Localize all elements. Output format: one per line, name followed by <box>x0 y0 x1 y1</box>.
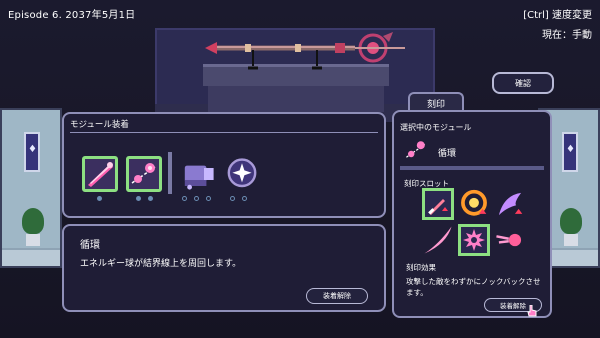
module-level-dot <box>136 196 141 201</box>
engrave-slot-slash[interactable] <box>422 224 454 256</box>
laser-beam-icon <box>85 159 115 189</box>
mode-indicator: 現在：手動 <box>542 30 592 41</box>
module-slot-orbit[interactable] <box>126 156 162 192</box>
module-slot-cannon[interactable] <box>180 156 216 192</box>
module-level-dot <box>182 196 187 201</box>
selection-divider <box>400 166 544 170</box>
unequip-module-button[interactable]: 装着解除 <box>306 288 368 304</box>
module-slot-sparkle[interactable] <box>224 156 260 192</box>
module-level-dot <box>242 196 247 201</box>
selected-module-label: 選択中のモジュール <box>400 123 472 132</box>
module-level-dot <box>230 196 235 201</box>
title-divider <box>70 132 378 133</box>
module-slot-laser[interactable] <box>82 156 118 192</box>
speed-change-hint[interactable]: [Ctrl] 速度変更 <box>523 6 592 21</box>
sword-up-icon <box>428 199 448 215</box>
engrave-slot-wing[interactable] <box>494 188 526 220</box>
episode-date-label: Episode 6. 2037年5月1日 <box>8 10 136 21</box>
engrave-slot-comet[interactable] <box>494 224 526 256</box>
comet-icon <box>496 233 522 247</box>
module-equip-panel: モジュール装着 <box>62 112 386 218</box>
cannon-icon <box>184 165 214 190</box>
module-level-dot <box>206 196 211 201</box>
module-level-dot <box>97 196 102 201</box>
module-name: 循環 <box>80 240 100 251</box>
module-description-panel: 循環 エネルギー球が結界線上を周回します。 装着解除 <box>62 224 386 312</box>
module-level-dot <box>148 196 153 201</box>
module-equip-title: モジュール装着 <box>70 120 129 130</box>
magic-staff-icon <box>205 32 405 63</box>
pedestal-top <box>203 64 389 86</box>
plant-icon <box>22 208 44 246</box>
engrave-slot-fire-ring[interactable] <box>458 188 490 220</box>
pedestal-body <box>208 86 384 112</box>
fire-ring-icon <box>461 189 487 216</box>
slot-divider <box>168 152 172 194</box>
stand-icon <box>312 50 322 70</box>
engrave-slot-sword[interactable] <box>422 188 454 220</box>
engrave-panel: 選択中のモジュール 循環 刻印スロット 刻印効果 攻撃した敵をわずかにノックバッ… <box>392 110 552 318</box>
stand-icon <box>248 50 258 70</box>
plant-icon <box>560 208 582 246</box>
left-room-background <box>0 108 62 268</box>
module-level-dot <box>194 196 199 201</box>
selected-module-name: 循環 <box>438 149 457 159</box>
tab-engrave[interactable]: 刻印 <box>408 92 464 112</box>
pink-slash-icon <box>424 226 452 254</box>
banner-icon <box>24 132 40 172</box>
confirm-button[interactable]: 確認 <box>492 72 554 94</box>
sparkle-orb-icon <box>227 158 257 188</box>
game-scene: Episode 6. 2037年5月1日 [Ctrl] 速度変更 現在：手動 確… <box>0 0 600 338</box>
gear-burst-icon <box>463 229 485 251</box>
wing-up-icon <box>498 192 523 216</box>
engrave-effect-label: 刻印効果 <box>406 263 436 272</box>
orbit-energy-ball-icon <box>406 141 426 158</box>
engrave-slot-gear[interactable] <box>458 224 490 256</box>
module-description: エネルギー球が結界線上を周回します。 <box>80 259 242 269</box>
orbit-energy-ball-icon <box>129 159 159 189</box>
banner-icon <box>562 132 578 172</box>
engrave-effect-text: 攻撃した敵をわずかにノックバックさせます。 <box>406 277 541 297</box>
pointer-cursor-icon <box>527 305 537 317</box>
